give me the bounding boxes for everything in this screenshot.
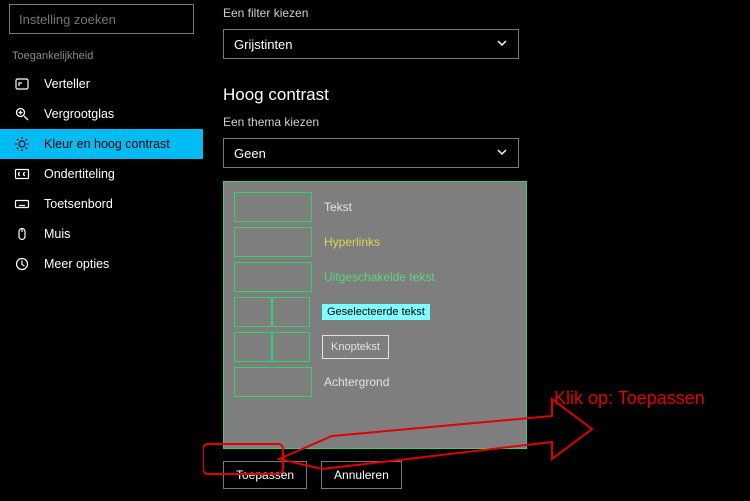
chevron-down-icon: [496, 146, 508, 161]
sidebar-section-label: Toegankelijkheid: [0, 43, 203, 69]
more-icon: [14, 256, 30, 272]
swatch-button-bg[interactable]: [272, 332, 310, 362]
sidebar-item-narrator[interactable]: Verteller: [0, 69, 203, 99]
preview-label-disabled: Uitgeschakelde tekst: [324, 270, 435, 284]
filter-select[interactable]: Grijstinten: [223, 29, 519, 59]
cancel-button[interactable]: Annuleren: [321, 461, 402, 489]
sidebar-item-label: Toetsenbord: [44, 197, 113, 211]
swatch-text[interactable]: [234, 192, 312, 222]
high-contrast-heading: Hoog contrast: [223, 85, 730, 105]
swatch-selected-bg[interactable]: [272, 297, 310, 327]
swatch-background[interactable]: [234, 367, 312, 397]
narrator-icon: [14, 76, 30, 92]
sidebar-item-label: Muis: [44, 227, 70, 241]
sidebar-item-color-highcontrast[interactable]: Kleur en hoog contrast: [0, 129, 203, 159]
theme-label: Een thema kiezen: [223, 115, 730, 129]
sidebar-item-label: Kleur en hoog contrast: [44, 137, 170, 151]
mouse-icon: [14, 226, 30, 242]
sidebar-item-keyboard[interactable]: Toetsenbord: [0, 189, 203, 219]
sidebar-item-magnifier[interactable]: Vergrootglas: [0, 99, 203, 129]
preview-label-selected: Geselecteerde tekst: [322, 304, 430, 320]
cc-icon: [14, 166, 30, 182]
sidebar-item-mouse[interactable]: Muis: [0, 219, 203, 249]
preview-label-button: Knoptekst: [322, 335, 389, 359]
swatch-button-fg[interactable]: [234, 332, 272, 362]
sidebar-item-label: Verteller: [44, 77, 90, 91]
sidebar-item-label: Meer opties: [44, 257, 109, 271]
magnifier-icon: [14, 106, 30, 122]
sidebar-item-label: Ondertiteling: [44, 167, 115, 181]
theme-select[interactable]: Geen: [223, 138, 519, 168]
preview-label-text: Tekst: [324, 200, 352, 214]
main-content: Een filter kiezen Grijstinten Hoog contr…: [203, 0, 750, 501]
swatch-selected-fg[interactable]: [234, 297, 272, 327]
swatch-disabled[interactable]: [234, 262, 312, 292]
search-box[interactable]: [9, 4, 194, 34]
chevron-down-icon: [496, 37, 508, 52]
sidebar-item-label: Vergrootglas: [44, 107, 114, 121]
preview-label-background: Achtergrond: [324, 375, 389, 389]
apply-button[interactable]: Toepassen: [223, 461, 307, 489]
brightness-icon: [14, 136, 30, 152]
sidebar-item-more[interactable]: Meer opties: [0, 249, 203, 279]
theme-value: Geen: [234, 146, 266, 161]
theme-preview-panel: Tekst Hyperlinks Uitgeschakelde tekst Ge…: [223, 181, 527, 449]
keyboard-icon: [14, 196, 30, 212]
preview-label-hyperlinks: Hyperlinks: [324, 235, 380, 249]
filter-label: Een filter kiezen: [223, 6, 730, 20]
sidebar-item-subtitles[interactable]: Ondertiteling: [0, 159, 203, 189]
filter-value: Grijstinten: [234, 37, 293, 52]
sidebar: Toegankelijkheid Verteller Vergrootglas …: [0, 0, 203, 501]
swatch-hyperlinks[interactable]: [234, 227, 312, 257]
search-input[interactable]: [10, 12, 204, 27]
annotation-text: Klik op: Toepassen: [554, 388, 705, 409]
